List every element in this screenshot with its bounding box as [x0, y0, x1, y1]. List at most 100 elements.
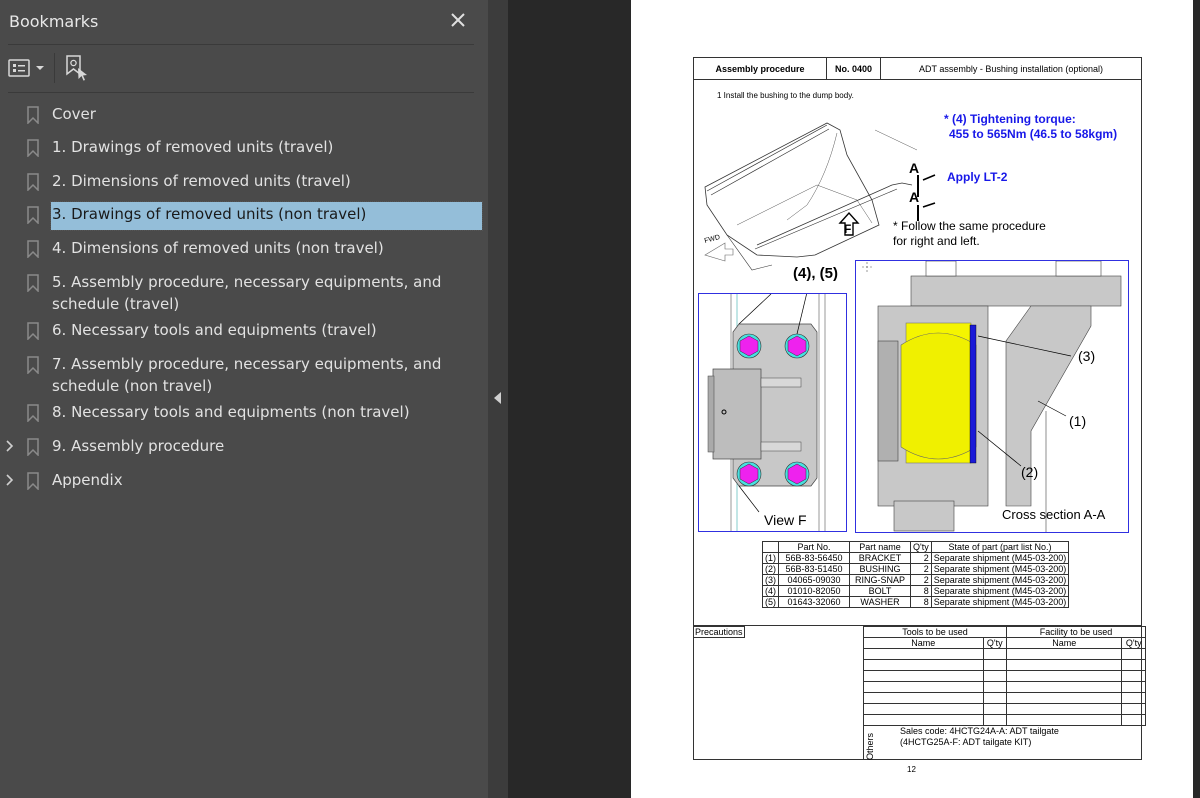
bookmark-label: 1. Drawings of removed units (travel)	[52, 138, 334, 156]
sales-code-line-2: (4HCTG25A-F: ADT tailgate KIT)	[900, 737, 1032, 747]
bookmark-icon	[27, 173, 39, 191]
options-button[interactable]	[8, 59, 45, 77]
facility-header: Facility to be used	[1006, 626, 1146, 638]
bookmark-icon	[27, 139, 39, 157]
cell: BUSHING	[849, 563, 911, 575]
bookmark-icon	[27, 322, 39, 340]
expand-chevron-icon[interactable]	[5, 435, 17, 460]
cell: (4)	[762, 585, 779, 597]
header-number: No. 0400	[827, 58, 881, 79]
header-cell: Part No.	[778, 541, 850, 553]
bookmark-label: Cover	[52, 105, 96, 123]
bookmark-label: Appendix	[52, 471, 123, 489]
table-row: (2) 56B-83-51450 BUSHING 2 Separate ship…	[762, 563, 1070, 575]
cell: (5)	[762, 596, 779, 608]
header-cell	[762, 541, 779, 553]
header-title: ADT assembly - Bushing installation (opt…	[919, 63, 1103, 74]
bookmark-label: 9. Assembly procedure	[52, 437, 225, 455]
header-cell: State of part (part list No.)	[930, 541, 1070, 553]
table-row: (5) 01643-32060 WASHER 8 Separate shipme…	[762, 596, 1070, 608]
name-col-header: Name	[1005, 637, 1123, 649]
table-row	[863, 659, 1146, 671]
table-row	[863, 714, 1146, 726]
cell: 8	[910, 585, 932, 597]
cell: 56B-83-56450	[778, 552, 850, 564]
cell: Separate shipment (M45-03-200)	[930, 585, 1070, 597]
tools-table: Tools to be used Facility to be used Nam…	[863, 626, 1146, 726]
precautions-label: Precautions	[693, 626, 745, 638]
bookmark-label: 6. Necessary tools and equipments (trave…	[52, 321, 377, 339]
cell: WASHER	[849, 596, 911, 608]
table-row	[863, 703, 1146, 715]
cell: 01010-82050	[778, 585, 850, 597]
parts-table-header: Part No. Part name Q'ty State of part (p…	[762, 541, 1070, 553]
tools-header: Tools to be used	[863, 626, 1007, 638]
chevron-down-icon	[36, 66, 44, 70]
table-row	[863, 681, 1146, 693]
table-row	[863, 648, 1146, 660]
cell: 2	[910, 563, 932, 575]
bookmark-icon	[27, 274, 39, 292]
callout-2: (2)	[1021, 464, 1038, 480]
torque-note-2: 455 to 565Nm (46.5 to 58kgm)	[949, 127, 1118, 141]
cell: 2	[910, 574, 932, 586]
view-f-panel: View F	[698, 283, 847, 532]
section-a-top-label: A	[909, 160, 919, 176]
table-row	[863, 692, 1146, 704]
bookmark-label: 3. Drawings of removed units (non travel…	[50, 201, 483, 231]
bookmark-label: 4. Dimensions of removed units (non trav…	[52, 239, 384, 257]
qty-col-header: Q'ty	[1121, 637, 1146, 649]
bookmarks-toolbar	[8, 52, 89, 84]
list-options-icon	[8, 59, 30, 77]
page-number: 12	[907, 765, 916, 774]
tools-header-row: Tools to be used Facility to be used	[863, 626, 1146, 638]
find-current-bookmark-button[interactable]	[65, 55, 89, 81]
document-page: Assembly procedure No. 0400 ADT assembly…	[631, 0, 1193, 798]
bookmark-label: 8. Necessary tools and equipments (non t…	[52, 403, 410, 421]
table-row: (4) 01010-82050 BOLT 8 Separate shipment…	[762, 585, 1070, 597]
callout-1: (1)	[1069, 413, 1086, 429]
sales-code-line-1: Sales code: 4HCTG24A-A: ADT tailgate	[900, 726, 1059, 736]
parts-table: Part No. Part name Q'ty State of part (p…	[762, 541, 1070, 608]
cell: (1)	[762, 552, 779, 564]
divider	[8, 92, 474, 93]
collapse-left-icon[interactable]	[494, 392, 501, 404]
cell: 04065-09030	[778, 574, 850, 586]
header-section: Assembly procedure	[694, 58, 827, 79]
view-f-label: View F	[764, 512, 807, 528]
bookmark-icon	[27, 472, 39, 490]
bookmarks-panel: Bookmarks Cover 1. Drawings of removed u…	[0, 0, 488, 798]
cross-section-panel: (3) (1) (2) Cross section A-A	[855, 260, 1129, 533]
bookmark-label: 2. Dimensions of removed units (travel)	[52, 172, 351, 190]
panel-splitter[interactable]	[488, 0, 508, 798]
table-row: (1) 56B-83-56450 BRACKET 2 Separate ship…	[762, 552, 1070, 564]
cell: BOLT	[849, 585, 911, 597]
view-f-drawing: View F	[707, 283, 826, 531]
table-row	[863, 670, 1146, 682]
panel-title: Bookmarks	[9, 12, 99, 31]
bookmark-icon	[27, 106, 39, 124]
cross-section-drawing: (3) (1) (2) Cross section A-A	[862, 260, 1122, 532]
divider	[8, 44, 474, 45]
apply-lt2-note: Apply LT-2	[947, 170, 1008, 184]
close-panel-button[interactable]	[446, 8, 470, 32]
tools-subheader-row: Name Q'ty Name Q'ty	[863, 637, 1146, 649]
cell: Separate shipment (M45-03-200)	[930, 574, 1070, 586]
procedure-header: Assembly procedure No. 0400 ADT assembly…	[693, 57, 1142, 80]
cell: (3)	[762, 574, 779, 586]
table-row: (3) 04065-09030 RING-SNAP 2 Separate shi…	[762, 574, 1070, 586]
bookmark-label: 5. Assembly procedure, necessary equipme…	[52, 273, 442, 313]
cell: 2	[910, 552, 932, 564]
step-text: 1 Install the bushing to the dump body.	[717, 91, 854, 100]
callout-4-5: (4), (5)	[793, 265, 838, 282]
find-current-bookmark-icon	[66, 55, 87, 81]
cell: 56B-83-51450	[778, 563, 850, 575]
expand-chevron-icon[interactable]	[5, 469, 17, 494]
bookmark-icon	[27, 240, 39, 258]
view-f-marker: F	[844, 222, 851, 236]
cell: BRACKET	[849, 552, 911, 564]
cell: Separate shipment (M45-03-200)	[930, 552, 1070, 564]
bookmark-label: 7. Assembly procedure, necessary equipme…	[52, 355, 442, 395]
follow-note-2: for right and left.	[893, 234, 980, 248]
header-cell: Q'ty	[910, 541, 932, 553]
